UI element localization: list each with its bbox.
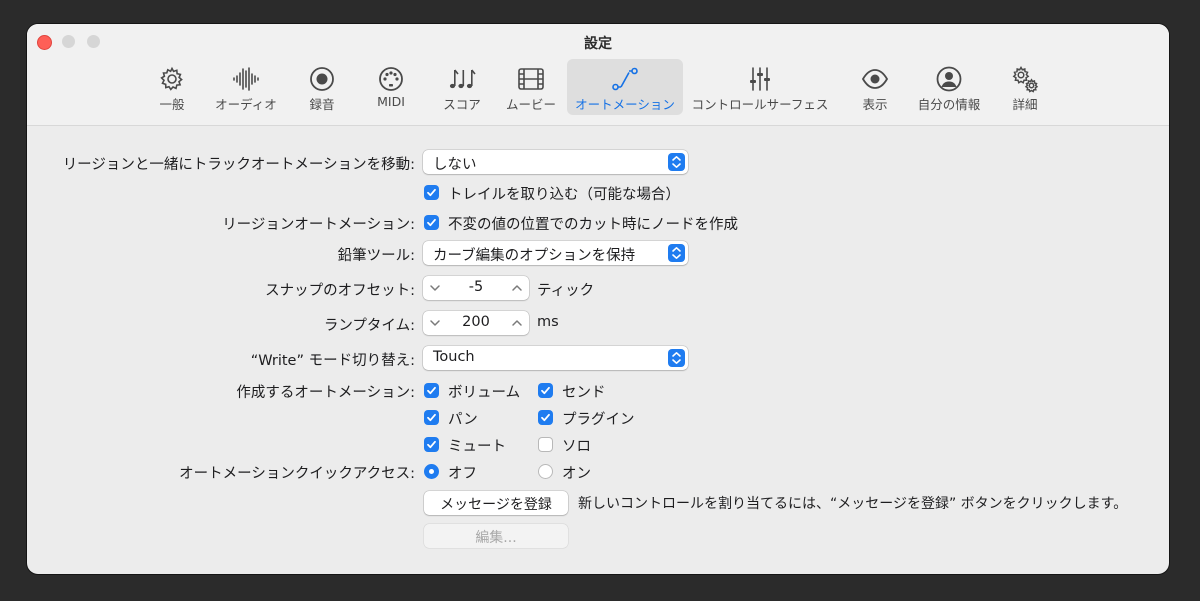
send-label: センド [562,385,606,401]
create-node-on-cut-checkbox[interactable] [424,215,439,230]
popup-arrows-icon [668,153,685,171]
tab-label: 詳細 [1012,97,1038,112]
tab-label: MIDI [377,94,405,109]
tab-label: コントロールサーフェス [691,97,829,112]
create-automation-label: 作成するオートメーション: [236,385,415,401]
preferences-tabs: 一般 オーディオ 録音 MIDI スコア ムービー オートメーション コントロー… [27,59,1169,115]
ramp-time-unit: ms [537,314,559,330]
popup-arrows-icon [668,349,685,367]
tab-recording[interactable]: 録音 [302,59,342,115]
snap-offset-stepper[interactable]: -5 [423,276,529,300]
chevron-up-icon[interactable] [511,317,523,329]
chevron-down-icon[interactable] [429,282,441,294]
tab-label: 表示 [862,97,888,112]
person-icon [936,66,962,92]
volume-checkbox[interactable] [424,383,439,398]
move-with-regions-popup[interactable]: しない [423,150,688,174]
move-with-regions-label: リージョンと一緒にトラックオートメーションを移動: [62,157,415,173]
pencil-tool-popup[interactable]: カーブ編集のオプションを保持 [423,241,688,265]
pan-checkbox[interactable] [424,410,439,425]
plugin-checkbox[interactable] [538,410,553,425]
tab-label: 一般 [159,97,185,112]
mute-label: ミュート [448,439,506,455]
write-mode-popup[interactable]: Touch [423,346,688,370]
tab-control-surfaces[interactable]: コントロールサーフェス [689,59,831,115]
plugin-label: プラグイン [562,412,635,428]
tab-label: スコア [443,97,481,112]
pencil-tool-label: 鉛筆ツール: [337,248,415,264]
window-title: 設定 [584,36,612,52]
ramp-time-stepper[interactable]: 200 [423,311,529,335]
tab-label: 録音 [309,97,335,112]
snap-offset-label: スナップのオフセット: [265,283,415,299]
popup-arrows-icon [668,244,685,262]
tab-label: 自分の情報 [917,97,981,112]
send-checkbox[interactable] [538,383,553,398]
record-icon [310,67,334,91]
tab-view[interactable]: 表示 [855,59,895,115]
quick-access-on-radio[interactable] [538,464,553,479]
quick-access-label: オートメーションクイックアクセス: [179,466,415,482]
quick-access-on-label: オン [562,466,591,482]
waveform-icon [233,67,259,91]
preferences-window: 設定 一般 オーディオ 録音 MIDI スコア ムービー オートメーション コン… [27,24,1169,574]
button-label: 編集... [475,530,517,546]
quick-access-off-radio[interactable] [424,464,439,479]
tab-advanced[interactable]: 詳細 [1005,59,1045,115]
edit-button[interactable]: 編集... [424,524,568,548]
learn-message-hint: 新しいコントロールを割り当てるには、“メッセージを登録” ボタンをクリックします… [578,496,1128,512]
ramp-time-value[interactable]: 200 [445,314,507,330]
tab-label: オートメーション [575,97,675,112]
ramp-time-label: ランプタイム: [323,318,415,334]
eye-icon [861,69,889,89]
tab-midi[interactable]: MIDI [370,59,412,115]
button-label: メッセージを登録 [440,497,552,513]
solo-checkbox[interactable] [538,437,553,452]
snap-offset-unit: ティック [537,283,595,299]
tab-label: ムービー [505,97,556,112]
tab-automation[interactable]: オートメーション [567,59,683,115]
tab-label: オーディオ [215,97,277,112]
automation-curve-icon [612,67,638,91]
automation-settings-pane: リージョンと一緒にトラックオートメーションを移動: しない トレイルを取り込む（… [27,126,1169,574]
include-trail-checkbox[interactable] [424,185,439,200]
tab-score[interactable]: スコア [437,59,487,115]
popup-value: カーブ編集のオプションを保持 [433,248,636,264]
write-mode-label: “Write” モード切り替え: [250,353,415,369]
sliders-icon [750,67,770,91]
tab-general[interactable]: 一般 [152,59,192,115]
chevron-down-icon[interactable] [429,317,441,329]
solo-label: ソロ [562,439,591,455]
quick-access-off-label: オフ [448,466,477,482]
create-node-on-cut-label: 不変の値の位置でのカット時にノードを作成 [448,217,738,233]
include-trail-label: トレイルを取り込む（可能な場合） [448,187,680,203]
gears-icon [1012,66,1039,93]
snap-offset-value[interactable]: -5 [445,279,507,295]
midi-port-icon [379,67,403,91]
region-automation-label: リージョンオートメーション: [222,217,415,233]
chevron-up-icon[interactable] [511,282,523,294]
tab-movie[interactable]: ムービー [502,59,560,115]
learn-message-button[interactable]: メッセージを登録 [424,491,568,515]
gear-icon [160,66,183,91]
volume-label: ボリューム [448,385,521,401]
mute-checkbox[interactable] [424,437,439,452]
music-notes-icon [449,69,476,89]
film-icon [518,68,544,90]
popup-value: Touch [433,349,475,365]
tab-audio[interactable]: オーディオ [207,59,285,115]
popup-value: しない [433,157,477,173]
toolbar: 設定 一般 オーディオ 録音 MIDI スコア ムービー オートメーション コン… [27,24,1169,126]
tab-my-info[interactable]: 自分の情報 [915,59,983,115]
pan-label: パン [448,412,478,428]
